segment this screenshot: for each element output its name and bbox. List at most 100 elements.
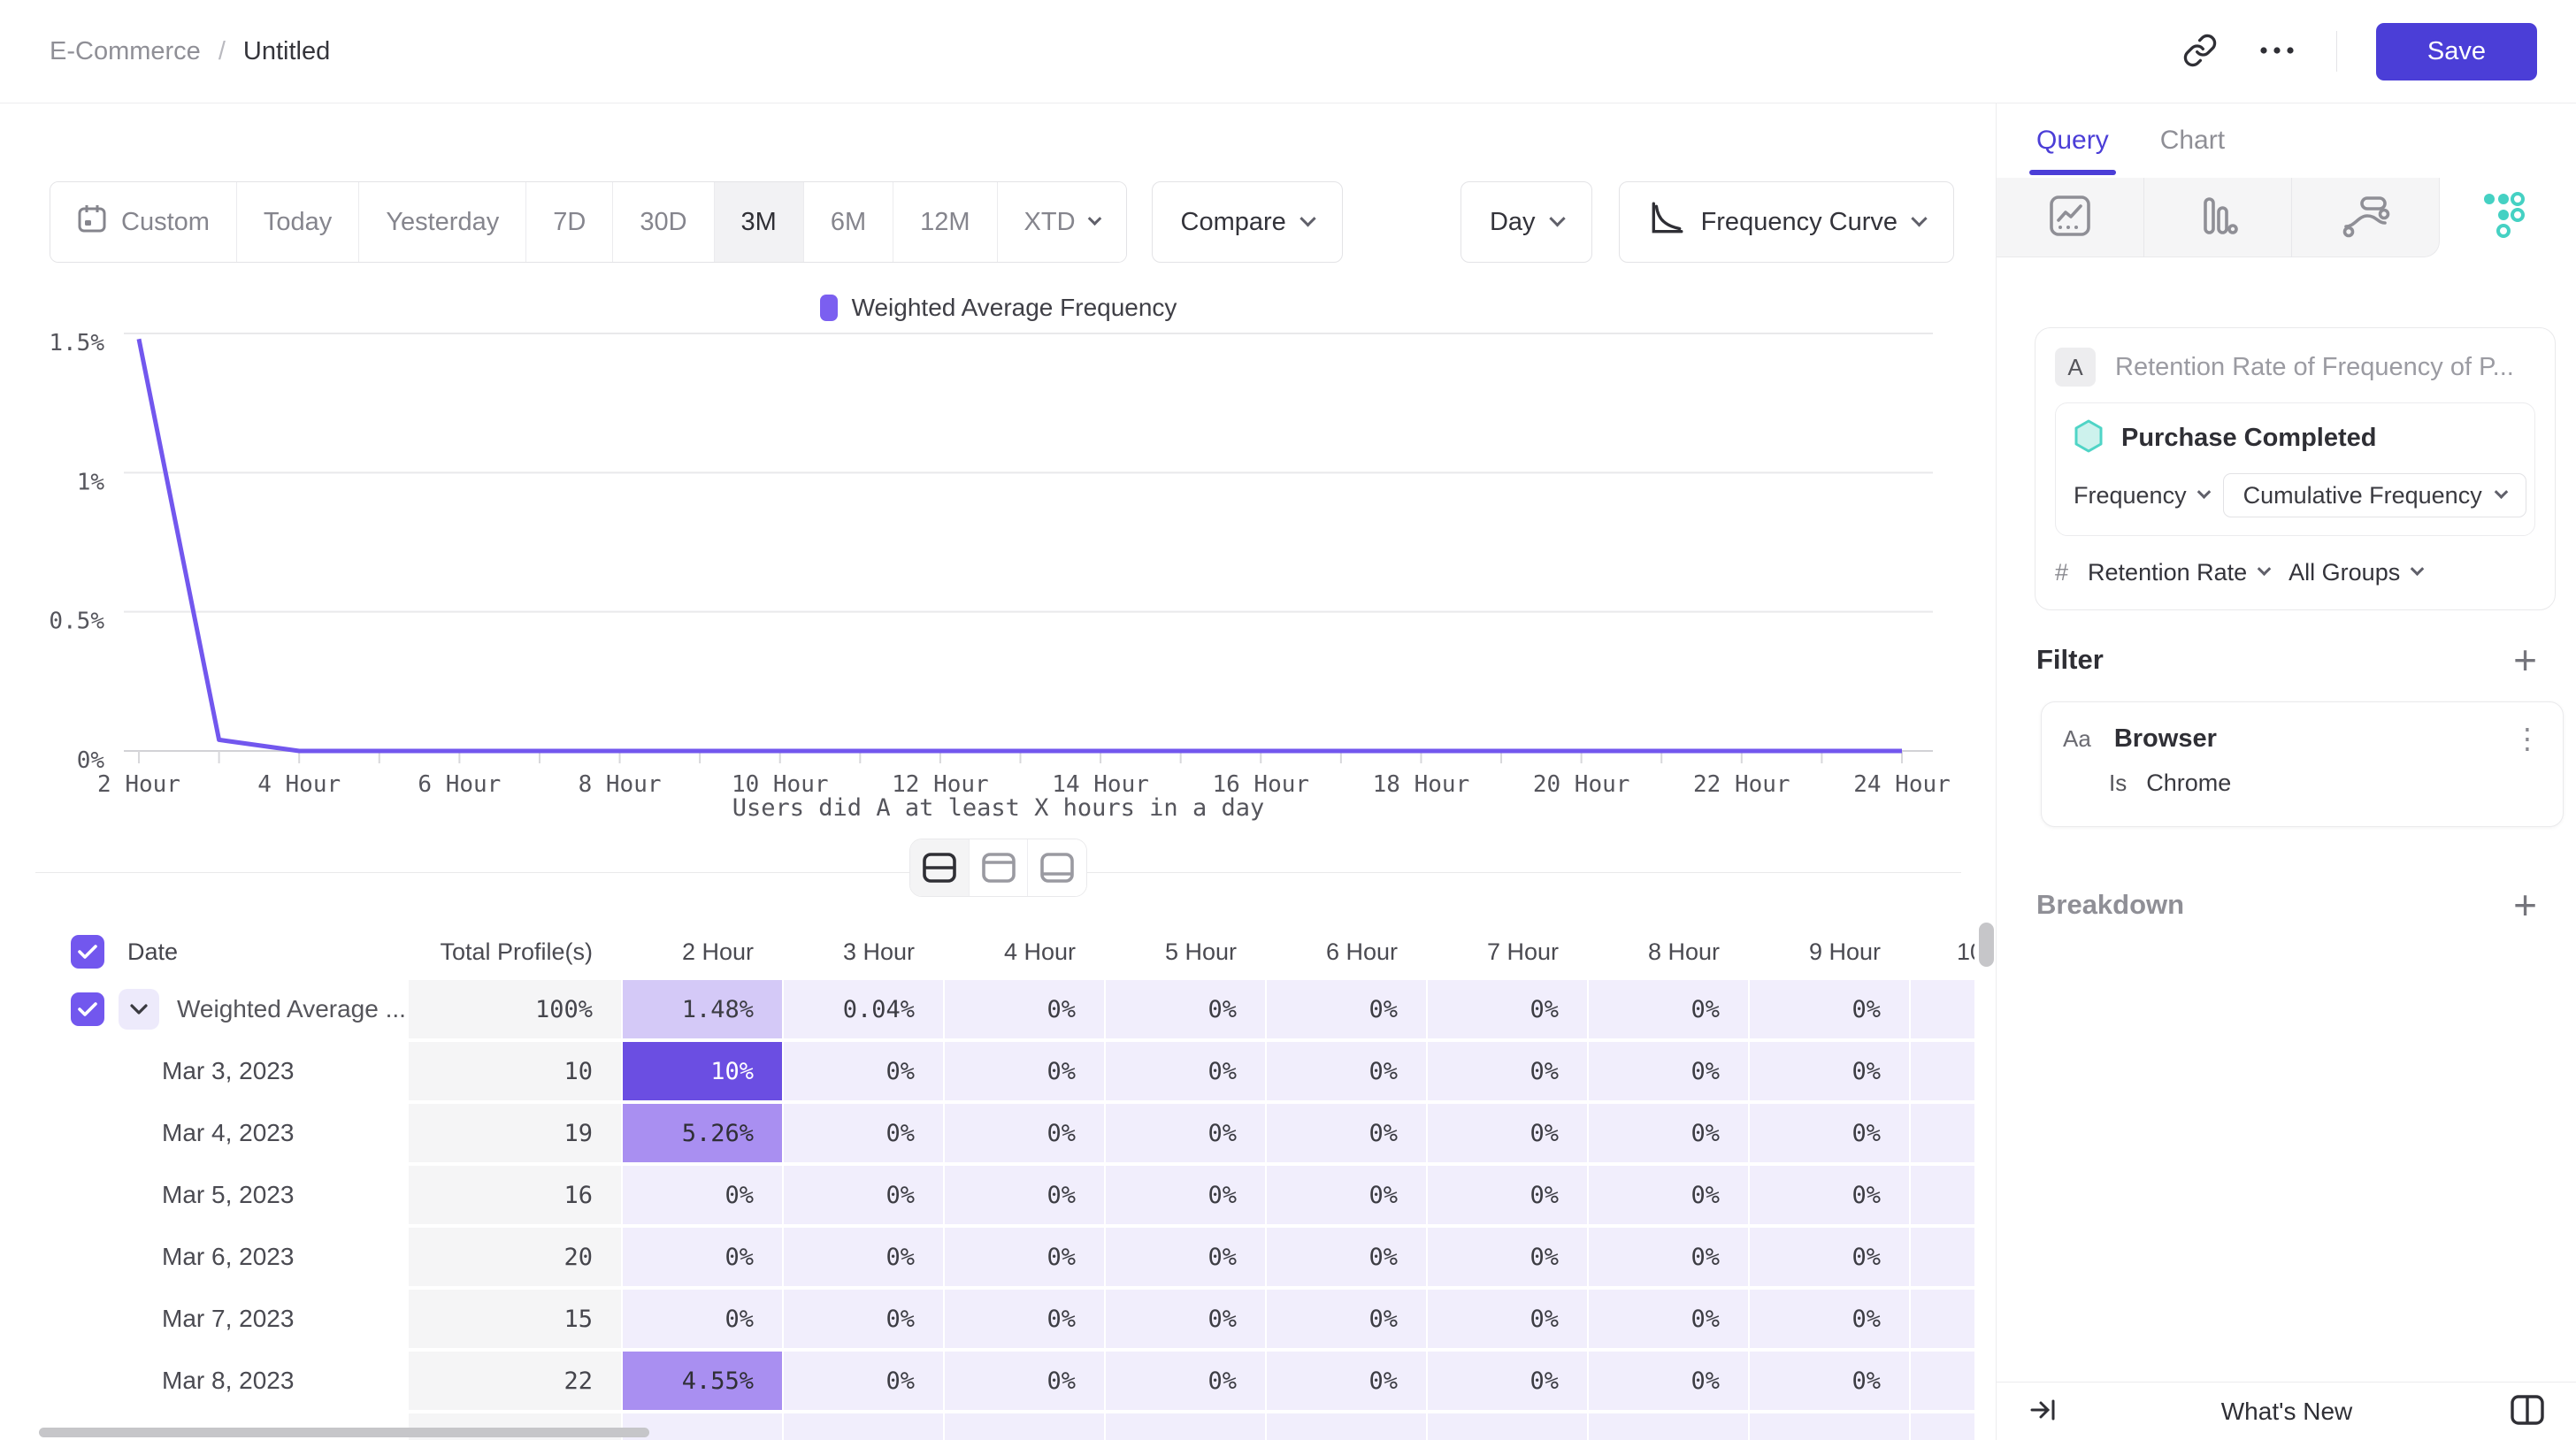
total-cell: 15 [409,1290,621,1348]
range-button-7d[interactable]: 7D [526,182,613,262]
date-cell: Mar 5, 2023 [35,1166,407,1224]
range-button-yesterday[interactable]: Yesterday [359,182,526,262]
breadcrumb-report-title[interactable]: Untitled [243,37,330,66]
chart-type-insights-button[interactable] [1997,178,2143,257]
range-label: Today [264,208,332,237]
row-checkbox[interactable] [71,992,104,1026]
table-cell: 0% [945,1352,1104,1410]
add-filter-button[interactable]: + [2513,640,2537,680]
table-cell: 0% [1911,1104,1974,1162]
filter-value[interactable]: Chrome [2146,770,2231,797]
compare-button[interactable]: Compare [1152,181,1343,263]
column-header: Total Profile(s) [409,929,621,975]
table-cell: 1.48% [623,980,782,1038]
more-options-icon [2257,44,2297,59]
breadcrumb-project[interactable]: E-Commerce [50,37,201,66]
expand-row-button[interactable] [119,989,159,1030]
all-groups-dropdown[interactable]: All Groups [2288,559,2422,586]
date-label: Mar 6, 2023 [162,1243,294,1271]
frequency-label: Frequency [2074,482,2187,509]
chevron-down-icon [1911,211,1927,226]
chart-type-bars-button[interactable] [2144,178,2291,257]
tab-query[interactable]: Query [2036,126,2109,156]
save-button[interactable]: Save [2376,23,2537,80]
select-all-checkbox[interactable] [71,935,104,969]
tab-chart[interactable]: Chart [2160,126,2225,156]
step-letter-badge: A [2055,348,2096,387]
table-cell: 0% [1428,1352,1587,1410]
table-cell: 0% [784,1228,943,1286]
filter-kebab-menu[interactable]: ⋮ [2513,722,2542,755]
table-cell: 0% [1589,1290,1748,1348]
table-cell: 0% [1911,1228,1974,1286]
range-button-6m[interactable]: 6M [804,182,893,262]
table-row: Mar 7, 2023150%0%0%0%0%0%0%0%0% [35,1290,1974,1348]
event-name[interactable]: Purchase Completed [2121,424,2376,453]
date-header-cell: Date [35,929,407,975]
horizontal-scrollbar-thumb[interactable] [39,1428,649,1437]
range-button-30d[interactable]: 30D [613,182,714,262]
vertical-scrollbar-thumb[interactable] [1979,923,1994,967]
filter-operator[interactable]: Is [2109,770,2127,797]
table-cell: 0% [623,1166,782,1224]
chart-type-dropdown[interactable]: Frequency Curve [1619,181,1954,263]
table-row: Mar 4, 2023195.26%0%0%0%0%0%0%0%0% [35,1104,1974,1162]
query-step-card: A Retention Rate of Frequency of P... Pu… [2035,327,2556,610]
layout-split-view-button[interactable] [910,839,970,896]
retention-rate-dropdown[interactable]: Retention Rate [2088,559,2269,586]
table-header-row: DateTotal Profile(s)2 Hour3 Hour4 Hour5 … [35,929,1974,975]
flow-chart-icon [2341,193,2390,243]
column-header: 9 Hour [1750,929,1909,975]
table-cell: 0% [1106,980,1265,1038]
layout-table-view-button[interactable] [1028,839,1086,896]
chevron-down-icon [2258,562,2272,576]
date-header-label: Date [127,938,178,966]
table-cell: 0.04% [784,980,943,1038]
range-button-12m[interactable]: 12M [893,182,997,262]
range-button-xtd[interactable]: XTD [998,182,1126,262]
event-card[interactable]: Purchase Completed Frequency Cumulative … [2055,402,2535,536]
frequency-dropdown[interactable]: Frequency [2074,482,2209,509]
table-cell: 0% [1750,980,1909,1038]
range-button-today[interactable]: Today [237,182,359,262]
calendar-icon [77,203,107,241]
whats-new-link[interactable]: What's New [1997,1398,2576,1426]
chevron-down-icon [1300,211,1315,226]
report-controls: Custom Today Yesterday7D30D 3M 6M12MXTD Comp… [0,181,1997,263]
y-axis-tick-label: 1% [77,469,105,495]
add-breakdown-button[interactable]: + [2513,885,2537,925]
chart-type-retention-button[interactable] [2430,178,2576,257]
table-cell: 0% [945,1166,1104,1224]
table-cell: 0% [1428,980,1587,1038]
table-cell: 4.55% [623,1352,782,1410]
column-header: 4 Hour [945,929,1104,975]
filter-card[interactable]: Aa Browser ⋮ Is Chrome [2041,701,2564,827]
table-cell: 0% [1750,1352,1909,1410]
y-axis-tick-label: 0% [77,747,105,774]
date-cell: Mar 6, 2023 [35,1228,407,1286]
panel-footer: What's New [1997,1382,2576,1440]
range-button-custom[interactable]: Custom [50,182,237,262]
y-axis-tick-label: 1.5% [49,330,104,356]
table-cell: 0% [784,1042,943,1100]
table-cell: 0% [1589,1352,1748,1410]
breadcrumb: E-Commerce / Untitled [50,37,330,66]
layout-chart-view-button[interactable] [970,839,1029,896]
granularity-dropdown[interactable]: Day [1460,181,1592,263]
table-cell: 0% [1106,1104,1265,1162]
filter-property[interactable]: Browser [2114,724,2513,754]
column-header: 8 Hour [1589,929,1748,975]
table-cell: 0% [1911,1042,1974,1100]
series-line [139,339,1902,751]
more-options-button[interactable] [2257,44,2297,59]
table-cell [945,1413,1104,1440]
copy-link-button[interactable] [2182,33,2218,71]
table-cell: 0% [1428,1104,1587,1162]
range-button-3m[interactable]: 3M [715,182,804,262]
report-title-input[interactable]: Retention Rate of Frequency of P... [2115,353,2535,382]
cumulative-frequency-select[interactable]: Cumulative Frequency [2223,473,2526,517]
range-label: 3M [741,208,777,237]
table-cell [784,1413,943,1440]
table-row: Mar 5, 2023160%0%0%0%0%0%0%0%0% [35,1166,1974,1224]
chart-type-flows-button[interactable] [2292,178,2439,257]
